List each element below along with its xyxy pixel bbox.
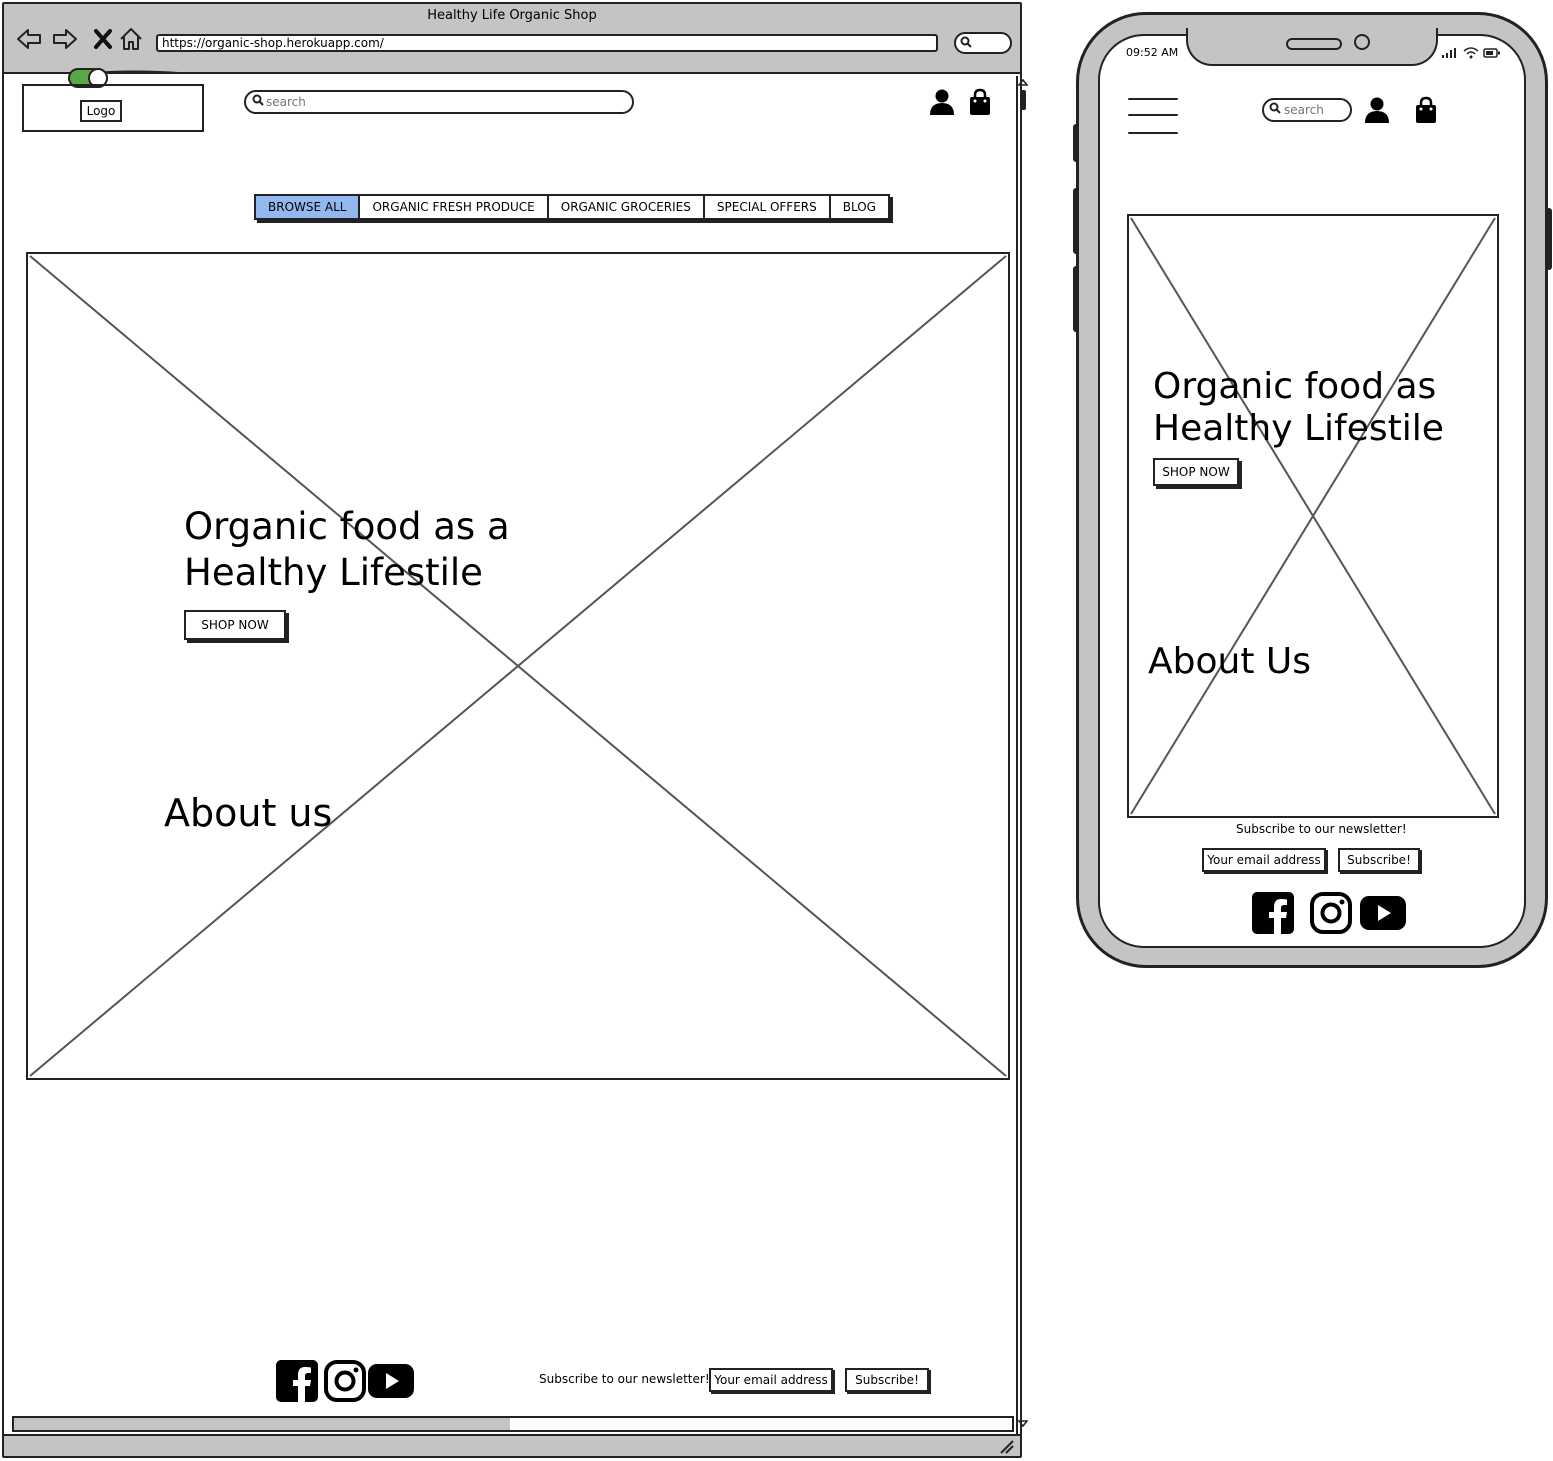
- signal-icon: [1442, 48, 1456, 58]
- mobile-newsletter-text: Subscribe to our newsletter!: [1236, 822, 1407, 836]
- back-arrow-icon[interactable]: [16, 26, 42, 52]
- mobile-email-field[interactable]: [1202, 848, 1326, 872]
- mobile-search-field[interactable]: [1262, 98, 1352, 122]
- search-input[interactable]: [266, 93, 626, 111]
- subscribe-button[interactable]: Subscribe!: [845, 1368, 929, 1392]
- home-icon[interactable]: [118, 26, 144, 52]
- wifi-icon: [1463, 47, 1479, 59]
- nav-browse-all[interactable]: BROWSE ALL: [256, 196, 361, 218]
- vertical-scroll-thumb[interactable]: [1020, 90, 1026, 110]
- logo: Logo: [80, 100, 122, 122]
- logo-container[interactable]: Logo: [22, 84, 204, 132]
- phone-camera: [1354, 34, 1370, 50]
- user-icon[interactable]: [1364, 96, 1390, 124]
- instagram-icon[interactable]: [1310, 892, 1352, 934]
- stop-x-icon[interactable]: [90, 26, 116, 52]
- vertical-scrollbar[interactable]: [1016, 76, 1028, 1434]
- browser-search-field[interactable]: [954, 32, 1012, 54]
- resize-grip-icon[interactable]: [998, 1438, 1014, 1454]
- battery-icon: [1483, 48, 1500, 58]
- phone-speaker: [1286, 38, 1342, 50]
- hero-title: Organic food as a Healthy Lifestile: [184, 505, 510, 594]
- nav-special-offers[interactable]: SPECIAL OFFERS: [705, 196, 831, 218]
- shop-now-button[interactable]: SHOP NOW: [184, 610, 286, 640]
- nav-organic-groceries[interactable]: ORGANIC GROCERIES: [549, 196, 705, 218]
- desktop-browser-window: Healthy Life Organic Shop https://organi…: [2, 2, 1028, 1458]
- instagram-icon[interactable]: [324, 1360, 366, 1402]
- facebook-icon[interactable]: [276, 1360, 318, 1402]
- hamburger-menu-icon[interactable]: [1128, 96, 1180, 136]
- facebook-icon[interactable]: [1252, 892, 1294, 934]
- site-search-field[interactable]: [244, 90, 634, 114]
- main-navigation: BROWSE ALL ORGANIC FRESH PRODUCE ORGANIC…: [254, 194, 890, 220]
- mobile-search-input[interactable]: [1284, 101, 1348, 119]
- browser-titlebar: Healthy Life Organic Shop https://organi…: [4, 4, 1020, 74]
- search-icon: [252, 94, 264, 109]
- horizontal-scroll-thumb[interactable]: [14, 1418, 510, 1430]
- mobile-shop-now-button[interactable]: SHOP NOW: [1153, 458, 1239, 486]
- phone-status-icons: [1442, 47, 1500, 59]
- search-icon: [960, 36, 972, 51]
- toggle-track-line: [104, 70, 183, 74]
- nav-organic-fresh-produce[interactable]: ORGANIC FRESH PRODUCE: [360, 196, 549, 218]
- image-placeholder-cross: [29, 255, 1007, 1077]
- window-title: Healthy Life Organic Shop: [427, 8, 597, 23]
- image-placeholder-cross: [1130, 217, 1496, 815]
- mobile-hero-image-placeholder: Organic food as Healthy Lifestile SHOP N…: [1127, 214, 1499, 818]
- phone-clock: 09:52 AM: [1126, 46, 1179, 59]
- mobile-hero-title: Organic food as Healthy Lifestile: [1153, 366, 1444, 449]
- email-field[interactable]: [709, 1368, 833, 1392]
- youtube-icon[interactable]: [368, 1364, 414, 1398]
- shopping-bag-icon[interactable]: [968, 88, 992, 116]
- user-icon[interactable]: [929, 88, 955, 116]
- mobile-about-us-heading: About Us: [1148, 641, 1311, 682]
- scroll-up-arrow-icon[interactable]: [1018, 78, 1028, 86]
- mobile-subscribe-button[interactable]: Subscribe!: [1338, 848, 1420, 872]
- browser-status-bar: [4, 1434, 1020, 1456]
- shopping-bag-icon[interactable]: [1414, 96, 1438, 124]
- url-bar[interactable]: https://organic-shop.herokuapp.com/: [156, 34, 938, 52]
- newsletter-text: Subscribe to our newsletter!: [539, 1372, 710, 1386]
- hero-image-placeholder: Organic food as a Healthy Lifestile SHOP…: [26, 252, 1010, 1080]
- horizontal-scrollbar[interactable]: [12, 1416, 1014, 1432]
- scroll-down-arrow-icon[interactable]: [1018, 1420, 1028, 1428]
- search-icon: [1269, 102, 1281, 117]
- phone-notch: [1186, 28, 1438, 66]
- about-us-heading: About us: [164, 791, 333, 835]
- youtube-icon[interactable]: [1360, 896, 1406, 930]
- forward-arrow-icon[interactable]: [52, 26, 78, 52]
- nav-blog[interactable]: BLOG: [831, 196, 888, 218]
